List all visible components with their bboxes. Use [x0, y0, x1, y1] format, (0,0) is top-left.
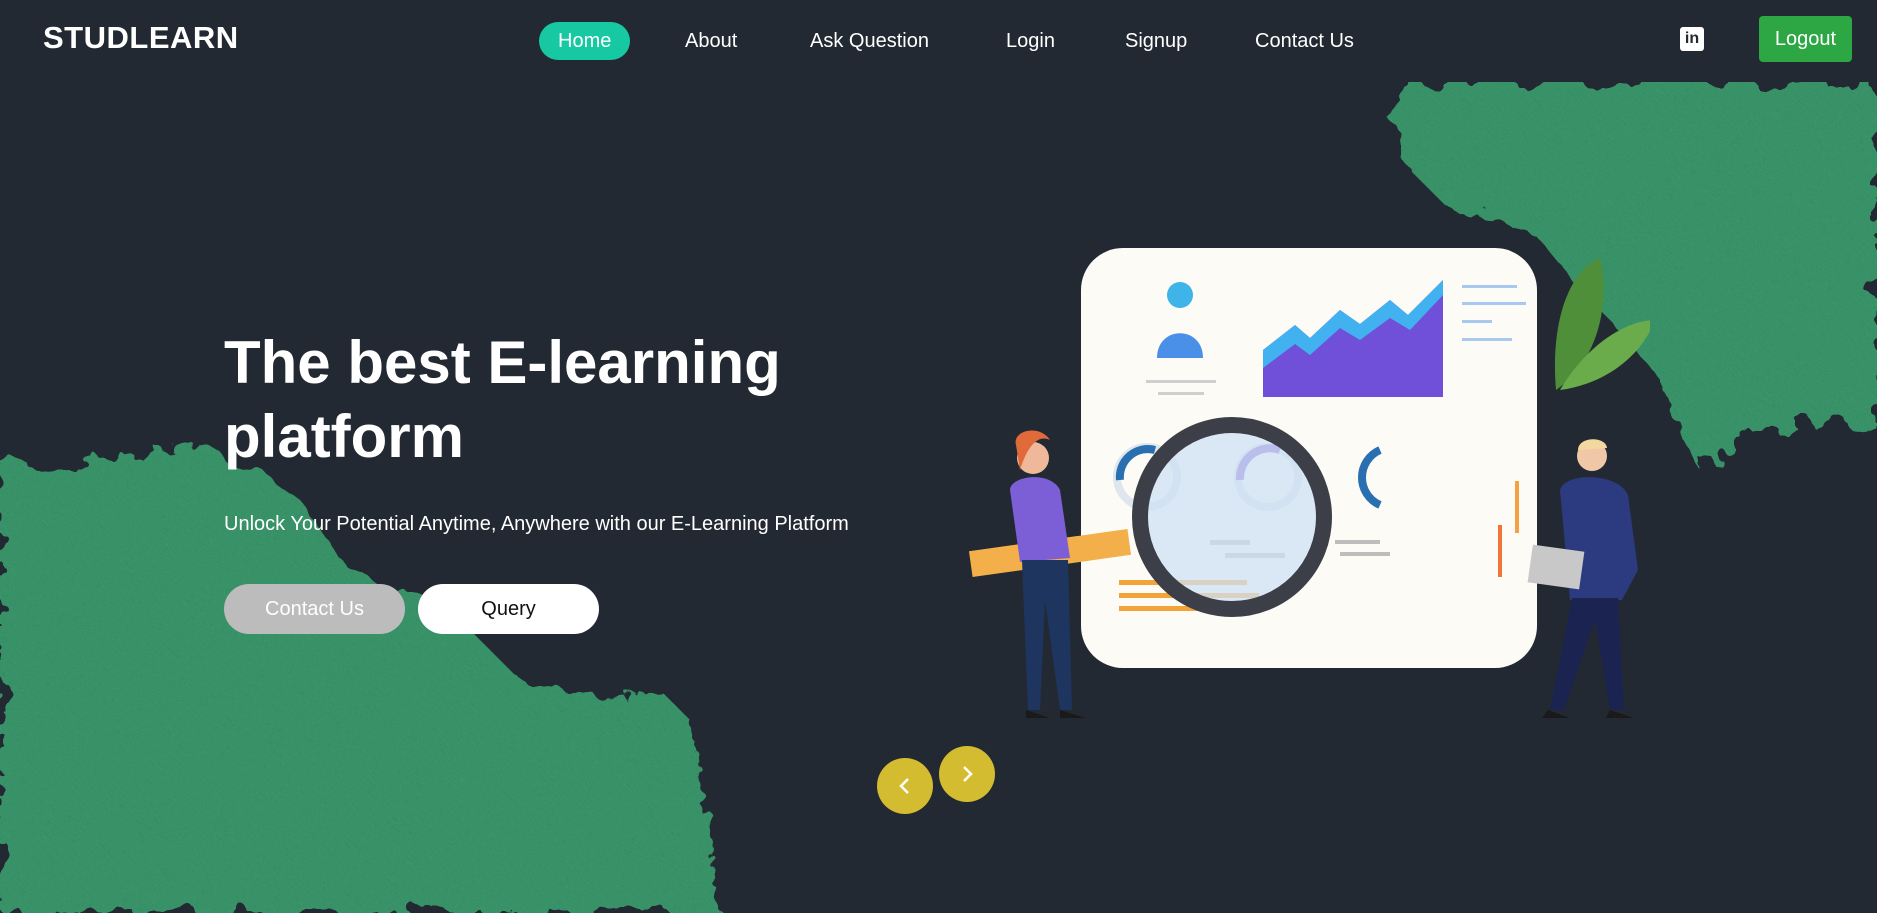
logout-button[interactable]: Logout [1759, 16, 1852, 62]
hero-title: The best E-learning platform [224, 329, 781, 470]
nav-home[interactable]: Home [539, 22, 631, 60]
leaf-graphic [1554, 258, 1650, 390]
hero-subtitle: Unlock Your Potential Anytime, Anywhere … [224, 513, 849, 535]
hero-illustration [968, 248, 1650, 718]
woman-figure [1010, 430, 1086, 718]
chevron-right-icon [963, 766, 973, 782]
nav-contact-us[interactable]: Contact Us [1236, 22, 1373, 60]
linkedin-icon[interactable]: in [1680, 27, 1704, 51]
navbar: STUDLEARN Home About Ask Question Login … [0, 0, 1877, 82]
nav-login[interactable]: Login [987, 22, 1074, 60]
brand-logo[interactable]: STUDLEARN [43, 20, 239, 56]
contact-us-button[interactable]: Contact Us [224, 584, 405, 634]
nav-ask-question[interactable]: Ask Question [791, 22, 948, 60]
chevron-left-icon [899, 778, 909, 794]
nav-signup[interactable]: Signup [1106, 22, 1206, 60]
nav-about[interactable]: About [666, 22, 756, 60]
carousel-next-button[interactable] [939, 746, 995, 802]
carousel-prev-button[interactable] [877, 758, 933, 814]
man-figure [1527, 439, 1638, 718]
query-button[interactable]: Query [418, 584, 599, 634]
